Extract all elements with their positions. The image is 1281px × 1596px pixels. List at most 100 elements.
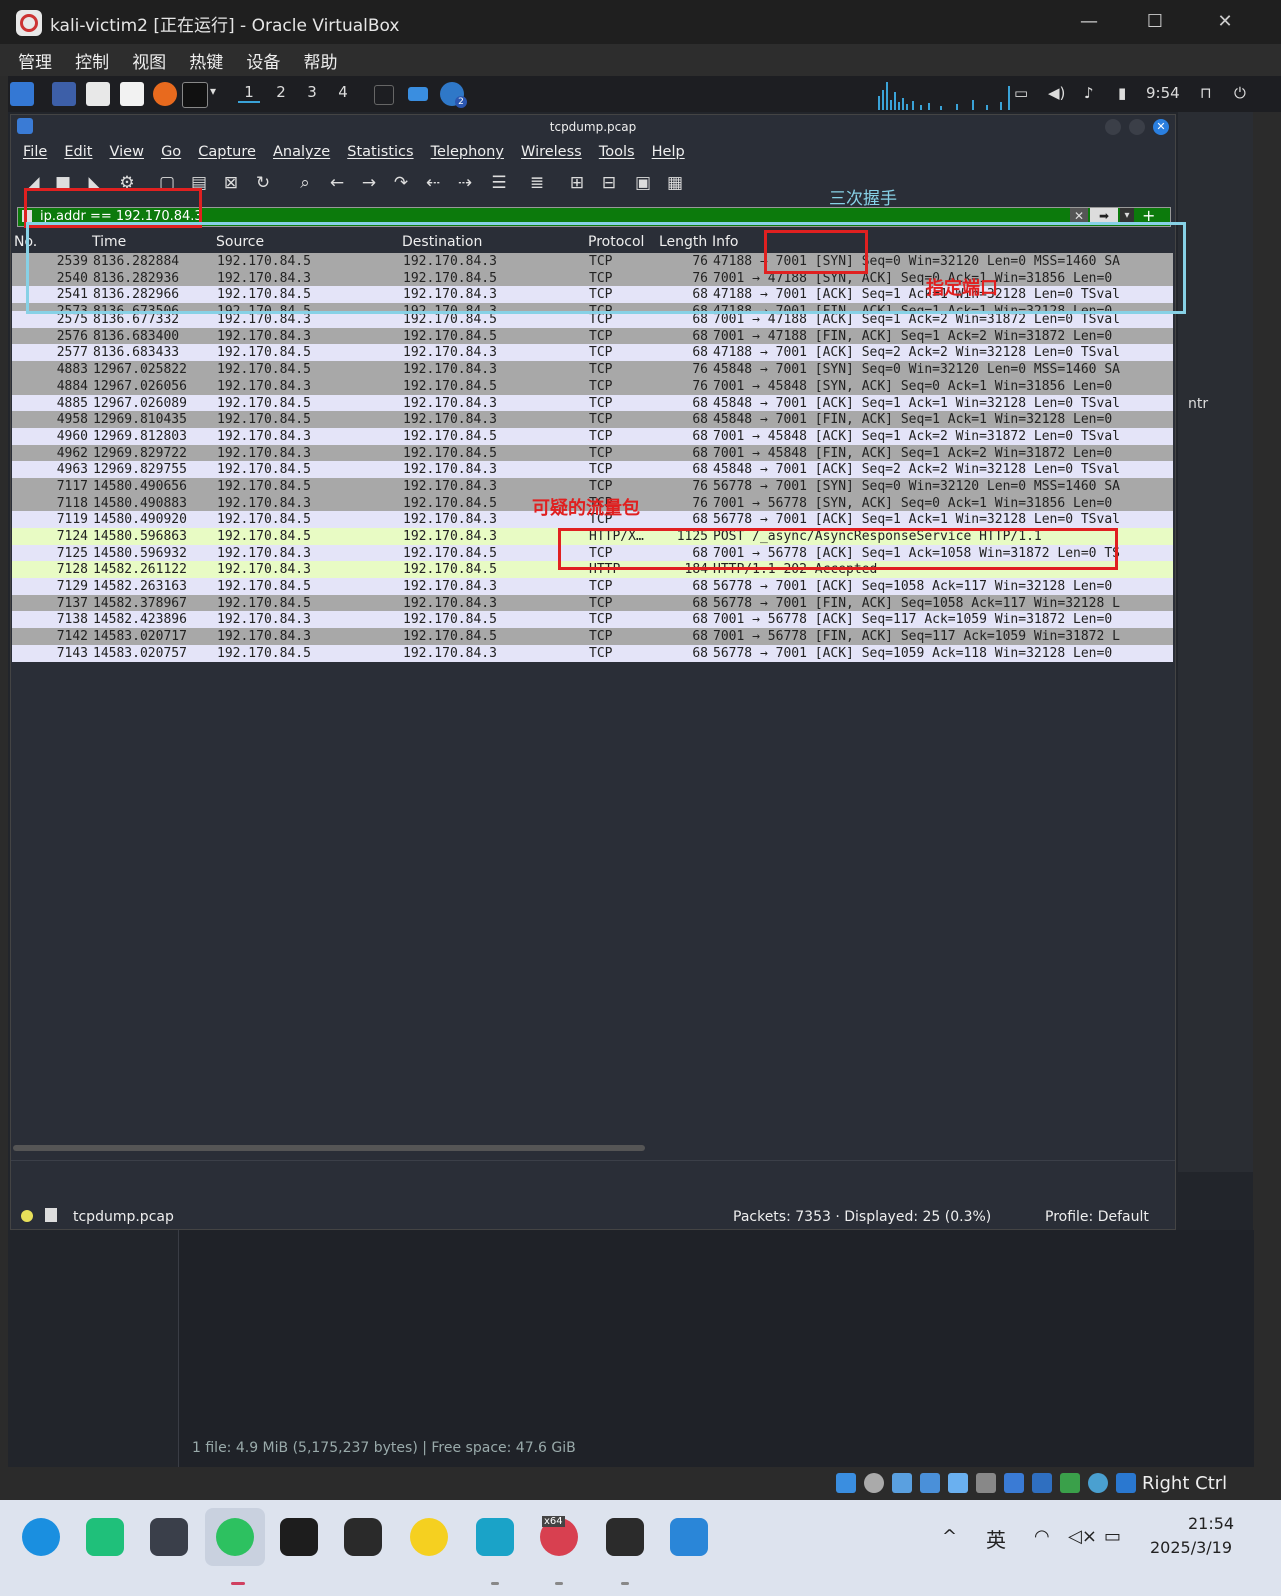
shared-folders-icon[interactable]	[976, 1473, 996, 1493]
chevron-up-icon[interactable]: ^	[942, 1526, 957, 1547]
packet-row[interactable]: 4883 12967.025822 192.170.84.5 192.170.84.3…	[12, 361, 1173, 378]
go-back-icon[interactable]: ←	[325, 171, 349, 195]
menu-statistics[interactable]: Statistics	[347, 144, 413, 160]
packet-row[interactable]: 4960 12969.812803 192.170.84.3 192.170.84.5…	[12, 427, 1173, 445]
menu-devices[interactable]: 设备	[246, 48, 280, 73]
firefox-icon[interactable]	[153, 82, 177, 106]
window-button-icon[interactable]	[374, 85, 394, 105]
shopping-app-icon[interactable]	[86, 1518, 124, 1556]
display-icon[interactable]: ▭	[1014, 84, 1028, 102]
kali-menu-icon[interactable]	[10, 82, 34, 106]
workspace-3[interactable]: 3	[301, 83, 323, 101]
go-to-packet-icon[interactable]: ↷	[389, 171, 413, 195]
zoom-out-icon[interactable]: ⊟	[597, 171, 621, 195]
menu-capture[interactable]: Capture	[198, 144, 256, 160]
vs-app-icon[interactable]	[476, 1518, 514, 1556]
reload-icon[interactable]: ↻	[251, 171, 275, 195]
menu-analyze[interactable]: Analyze	[273, 144, 330, 160]
workspace-2[interactable]: 2	[270, 83, 292, 101]
packet-row[interactable]: 4884 12967.026056 192.170.84.3 192.170.84.5…	[12, 377, 1173, 395]
battery-icon[interactable]: ▮	[1118, 84, 1126, 102]
packet-row[interactable]: 4962 12969.829722 192.170.84.3 192.170.84.5…	[12, 444, 1173, 462]
menu-control[interactable]: 控制	[75, 48, 109, 73]
menu-help[interactable]: 帮助	[303, 48, 337, 73]
packet-row[interactable]: 4958 12969.810435 192.170.84.5 192.170.84.3…	[12, 411, 1173, 428]
folder-window-icon[interactable]	[408, 87, 428, 101]
first-packet-icon[interactable]: ⇠	[421, 171, 445, 195]
horizontal-scrollbar[interactable]	[13, 1145, 645, 1151]
ws-maximize-button[interactable]	[1129, 119, 1145, 135]
last-packet-icon[interactable]: ⇢	[453, 171, 477, 195]
panel-clock[interactable]: 9:54	[1146, 84, 1180, 102]
recording-icon[interactable]	[1032, 1473, 1052, 1493]
volume-icon[interactable]: ◀)	[1048, 84, 1065, 102]
menu-go[interactable]: Go	[161, 144, 181, 160]
menu-wireless[interactable]: Wireless	[521, 144, 582, 160]
text-editor-icon[interactable]	[120, 82, 144, 106]
menu-edit[interactable]: Edit	[64, 144, 92, 160]
notification-bell-icon[interactable]: ♪	[1084, 84, 1094, 102]
packet-row[interactable]: 7137 14582.378967 192.170.84.5 192.170.84.3…	[12, 594, 1173, 612]
close-button[interactable]: ✕	[1202, 8, 1248, 36]
chevron-down-icon[interactable]: ▾	[210, 84, 216, 98]
menu-telephony[interactable]: Telephony	[431, 144, 504, 160]
menu-view[interactable]: 视图	[132, 48, 166, 73]
menu-file[interactable]: File	[23, 144, 47, 160]
capture-comment-icon[interactable]	[45, 1208, 57, 1222]
menu-manage[interactable]: 管理	[18, 48, 52, 73]
packet-row[interactable]: 2576 8136.683400 192.170.84.3 192.170.84.5 T…	[12, 327, 1173, 345]
menu-tools[interactable]: Tools	[599, 144, 635, 160]
cmd-icon[interactable]	[344, 1518, 382, 1556]
status-profile[interactable]: Profile: Default	[1045, 1209, 1149, 1225]
workspace-4[interactable]: 4	[332, 83, 354, 101]
wechat-icon[interactable]	[216, 1518, 254, 1556]
display-settings-icon[interactable]	[1004, 1473, 1024, 1493]
mute-icon[interactable]: ◁×	[1068, 1526, 1097, 1547]
close-file-icon[interactable]: ⊠	[219, 171, 243, 195]
network-icon[interactable]	[920, 1473, 940, 1493]
zoom-in-icon[interactable]: ⊞	[565, 171, 589, 195]
terminal-icon[interactable]	[182, 82, 208, 108]
vmware-icon[interactable]	[150, 1518, 188, 1556]
guest-additions-icon[interactable]	[1088, 1473, 1108, 1493]
audio-icon[interactable]	[892, 1473, 912, 1493]
autoscroll-icon[interactable]: ☰	[487, 171, 511, 195]
search-icon[interactable]: ⌕	[293, 171, 317, 195]
show-desktop-icon[interactable]	[52, 82, 76, 106]
edge-browser-icon[interactable]	[22, 1518, 60, 1556]
packet-row[interactable]: 4885 12967.026089 192.170.84.5 192.170.84.3…	[12, 394, 1173, 412]
taskbar-time[interactable]: 21:54	[1188, 1514, 1234, 1533]
menu-hotkey[interactable]: 热键	[189, 48, 223, 73]
file-manager-icon[interactable]	[86, 82, 110, 106]
ws-close-button[interactable]: ✕	[1153, 119, 1169, 135]
expert-info-icon[interactable]	[21, 1210, 33, 1222]
maximize-button[interactable]: ☐	[1132, 8, 1178, 36]
power-icon[interactable]: ⏻	[1234, 84, 1246, 102]
console-icon[interactable]	[280, 1518, 318, 1556]
resize-columns-icon[interactable]: ▦	[663, 171, 687, 195]
battery-tray-icon[interactable]: ▭	[1104, 1526, 1121, 1547]
terminal-app-icon[interactable]	[606, 1518, 644, 1556]
normal-size-icon[interactable]: ▣	[631, 171, 655, 195]
menu-help[interactable]: Help	[652, 144, 685, 160]
music-app-icon[interactable]	[410, 1518, 448, 1556]
lock-icon[interactable]: ⊓	[1200, 84, 1212, 102]
packet-row[interactable]: 7129 14582.263163 192.170.84.5 192.170.84.3…	[12, 578, 1173, 595]
packet-row[interactable]: 7117 14580.490656 192.170.84.5 192.170.84.3…	[12, 477, 1173, 495]
cpu-activity-icon[interactable]	[1060, 1473, 1080, 1493]
mouse-integration-icon[interactable]	[1116, 1473, 1136, 1493]
wifi-icon[interactable]: ◠	[1034, 1526, 1050, 1547]
menu-view[interactable]: View	[110, 144, 144, 160]
packet-row[interactable]: 4963 12969.829755 192.170.84.5 192.170.84.3…	[12, 461, 1173, 478]
packet-row[interactable]: 7142 14583.020717 192.170.84.3 192.170.84.5…	[12, 628, 1173, 645]
minimize-button[interactable]: —	[1066, 8, 1112, 36]
packet-row[interactable]: 7138 14582.423896 192.170.84.3 192.170.84.5…	[12, 611, 1173, 629]
packet-row[interactable]: 7143 14583.020757 192.170.84.5 192.170.84.3…	[12, 644, 1173, 662]
taskbar-date[interactable]: 2025/3/19	[1150, 1538, 1232, 1557]
ime-indicator[interactable]: 英	[986, 1524, 1006, 1553]
usb-icon[interactable]	[948, 1473, 968, 1493]
vscode-icon[interactable]	[670, 1518, 708, 1556]
optical-drive-icon[interactable]	[864, 1473, 884, 1493]
ws-minimize-button[interactable]	[1105, 119, 1121, 135]
go-forward-icon[interactable]: →	[357, 171, 381, 195]
